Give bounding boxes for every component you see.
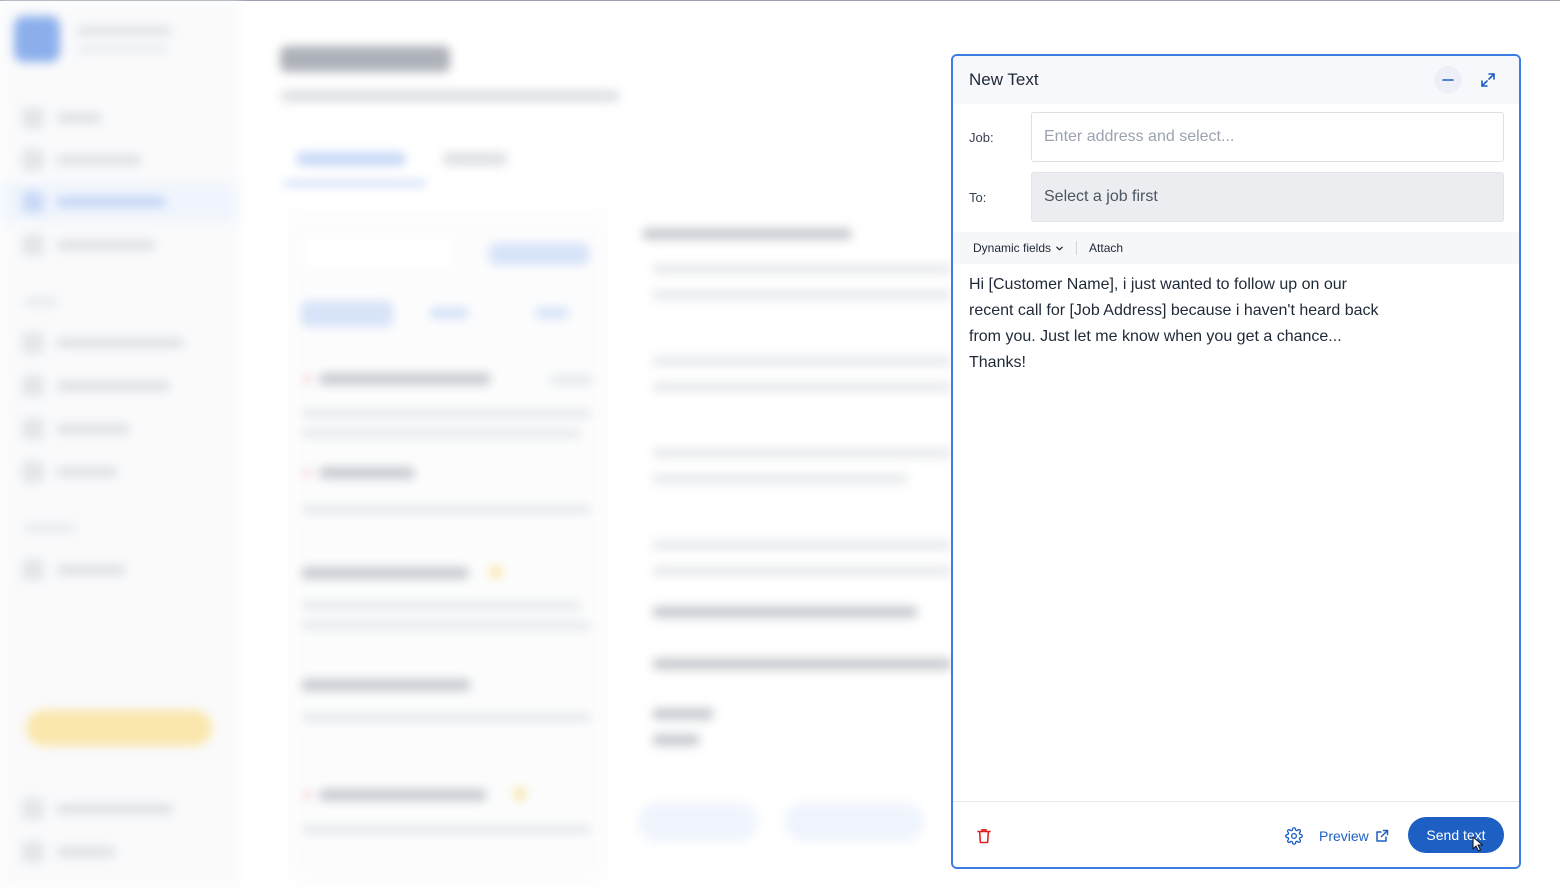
panel-header: New Text <box>953 56 1519 104</box>
window-top-border <box>0 0 1560 1</box>
preview-link[interactable]: Preview <box>1319 828 1389 844</box>
external-link-icon <box>1376 829 1389 842</box>
delete-button[interactable] <box>977 828 991 849</box>
trash-icon <box>977 829 991 844</box>
gear-icon <box>1285 827 1303 845</box>
company-logo <box>14 16 60 62</box>
new-text-panel: New Text Job: To: Dynamic fields Attach … <box>951 54 1521 869</box>
panel-footer: Preview Send text <box>953 801 1519 867</box>
attach-button[interactable]: Attach <box>1089 241 1123 255</box>
job-label: Job: <box>969 130 994 145</box>
to-field-row: To: <box>953 172 1519 224</box>
minimize-button[interactable] <box>1434 66 1462 94</box>
cursor-icon <box>1472 836 1484 852</box>
sidebar <box>0 0 240 888</box>
dynamic-fields-label: Dynamic fields <box>973 241 1052 255</box>
expand-icon <box>1481 73 1495 87</box>
job-field-row: Job: <box>953 112 1519 164</box>
attach-label: Attach <box>1089 241 1124 255</box>
toolbar-divider <box>1076 241 1078 255</box>
job-input[interactable] <box>1031 112 1504 162</box>
message-toolbar: Dynamic fields Attach <box>953 232 1519 264</box>
expand-button[interactable] <box>1474 66 1502 94</box>
message-body[interactable]: Hi [Customer Name], i just wanted to fol… <box>969 272 1389 376</box>
panel-title: New Text <box>969 70 1039 89</box>
send-text-button[interactable]: Send text <box>1408 817 1504 853</box>
to-input[interactable] <box>1031 172 1504 222</box>
preview-label: Preview <box>1319 828 1369 844</box>
minimize-icon <box>1442 79 1454 81</box>
settings-button[interactable] <box>1285 827 1303 850</box>
to-label: To: <box>969 190 987 205</box>
dynamic-fields-dropdown[interactable]: Dynamic fields <box>973 241 1064 255</box>
chevron-down-icon <box>1056 246 1063 250</box>
